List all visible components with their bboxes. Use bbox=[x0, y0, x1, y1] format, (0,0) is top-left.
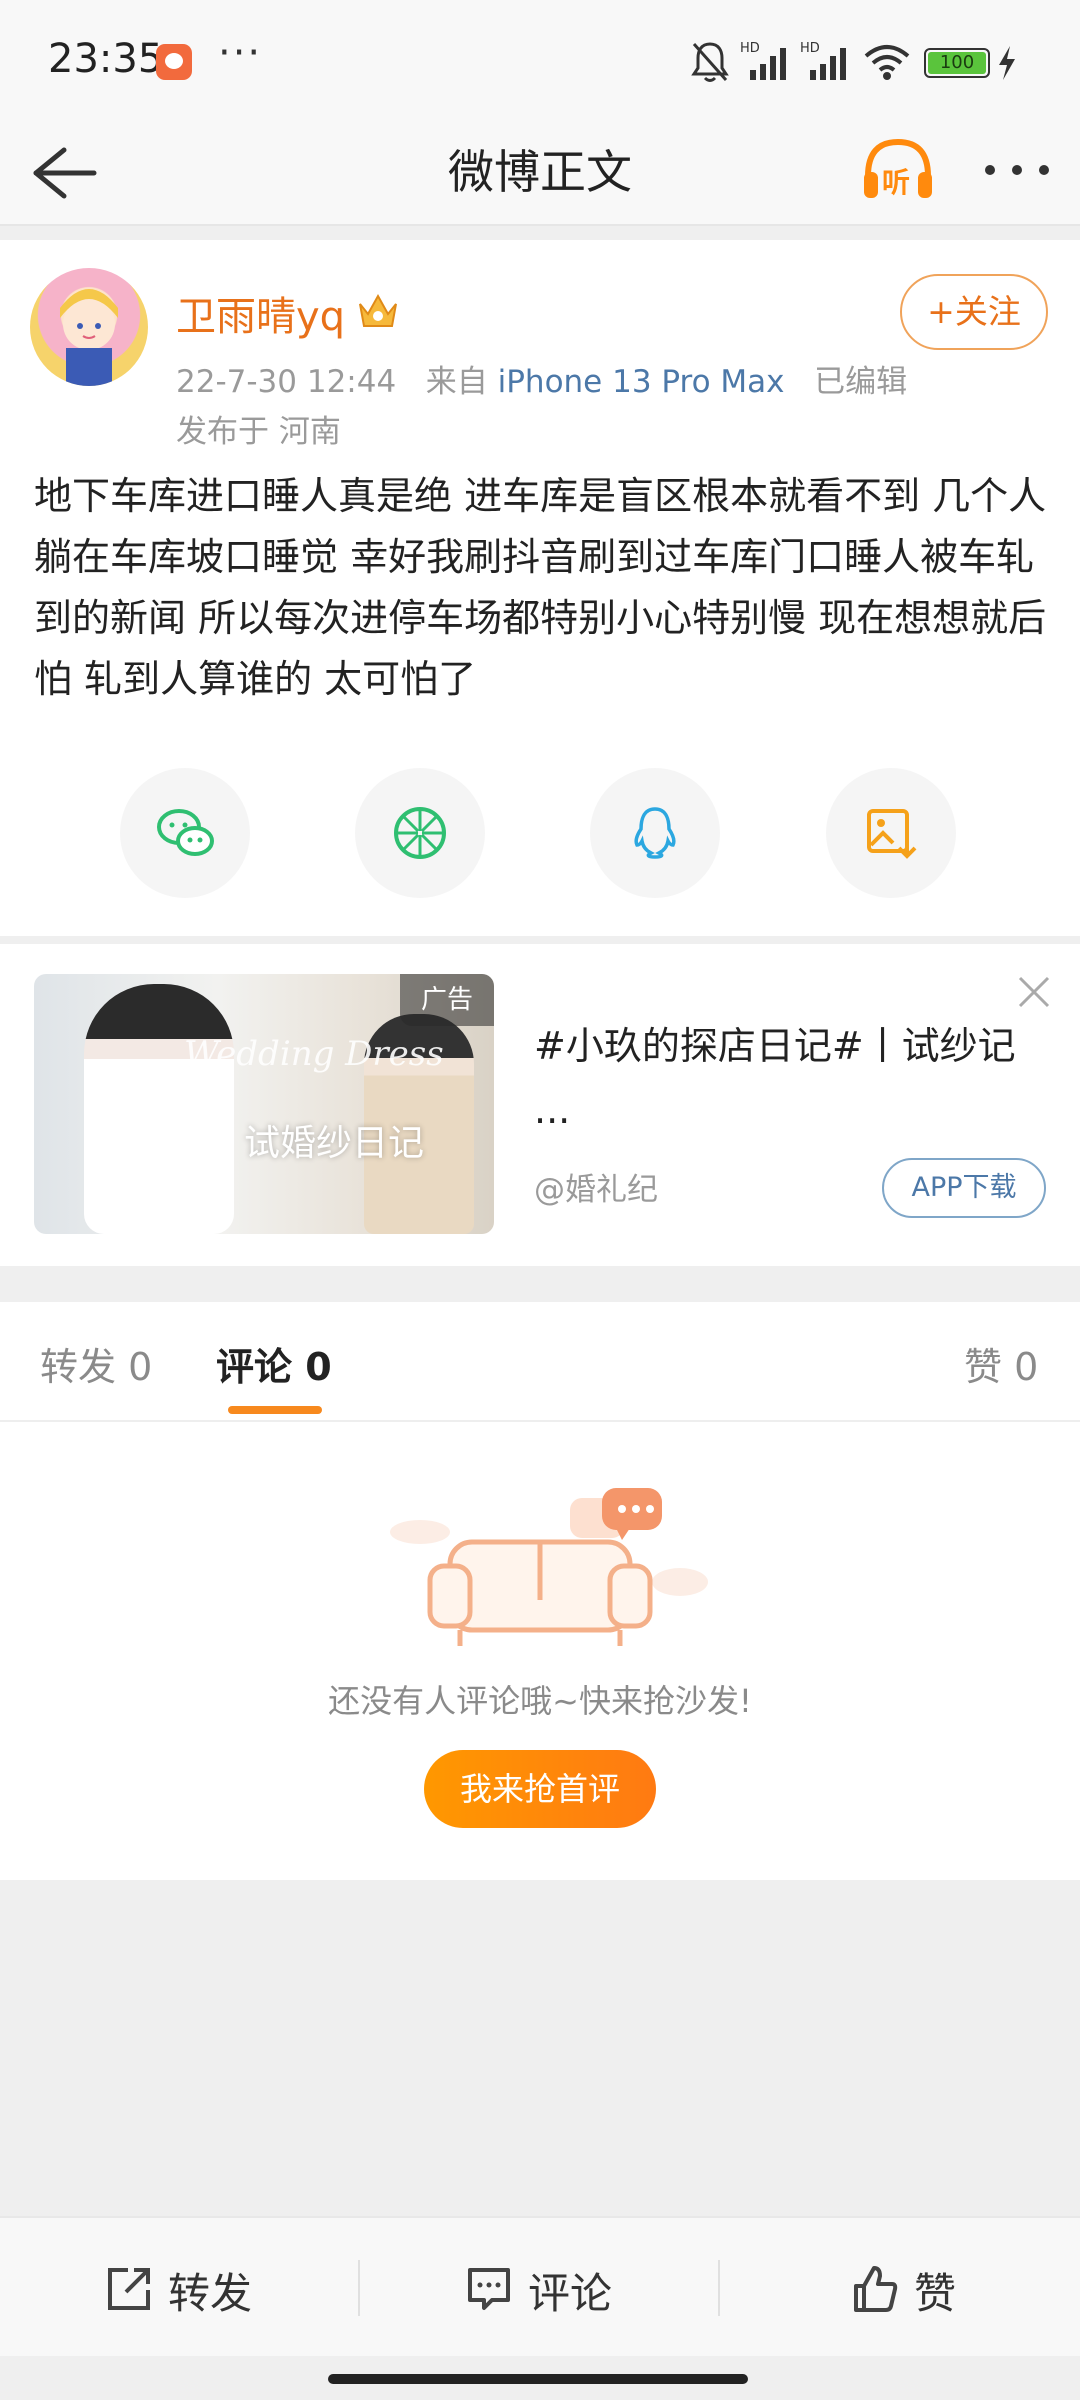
comment-label: 评论 bbox=[528, 2269, 613, 2318]
hd-signal-icon: HD bbox=[800, 41, 846, 80]
empty-sofa-illustration bbox=[390, 1488, 708, 1646]
silent-bell-icon bbox=[691, 42, 729, 82]
ad-source: @婚礼纪 bbox=[534, 1172, 658, 1208]
device-link[interactable]: iPhone 13 Pro Max bbox=[498, 364, 785, 400]
ad-card[interactable]: Wedding Dress 试婚纱日记 广告 #小玖的探店日记#丨试纱记 ...… bbox=[0, 944, 1080, 1266]
wechat-icon bbox=[157, 809, 214, 856]
comment-button[interactable]: 评论 bbox=[360, 2218, 720, 2358]
listen-headphones-icon[interactable]: 听 bbox=[860, 132, 936, 208]
status-time: 23:35 bbox=[48, 36, 164, 82]
title-bar: 微博正文 听 bbox=[0, 120, 1080, 226]
post-location: 发布于 河南 bbox=[176, 414, 341, 450]
battery-icon: 100 bbox=[924, 48, 990, 78]
bottom-action-bar: 转发 评论 赞 bbox=[0, 2216, 1080, 2356]
wifi-icon bbox=[864, 45, 910, 80]
more-notifications-icon: ··· bbox=[218, 30, 263, 76]
home-indicator[interactable] bbox=[328, 2374, 748, 2384]
qq-icon bbox=[634, 807, 676, 859]
ad-badge: 广告 bbox=[400, 974, 494, 1026]
follow-button[interactable]: +关注 bbox=[900, 274, 1048, 350]
repost-button[interactable]: 转发 bbox=[0, 2218, 360, 2358]
close-icon[interactable] bbox=[1016, 974, 1052, 1010]
post-card: 卫雨晴yq 22-7-30 12:44 来自 iPhone 13 Pro Max… bbox=[0, 240, 1080, 936]
moments-icon bbox=[394, 807, 446, 859]
status-bar: 23:35 ··· HD HD 100 bbox=[0, 0, 1080, 120]
post-date: 22-7-30 12:44 bbox=[176, 364, 397, 400]
share-row bbox=[0, 768, 1080, 898]
thumbs-up-icon bbox=[854, 2266, 898, 2312]
battery-level: 100 bbox=[928, 52, 986, 74]
repost-label: 转发 bbox=[168, 2269, 253, 2318]
comment-tabs: 转发 0 评论 0 赞 0 bbox=[0, 1302, 1080, 1422]
svg-text:HD: HD bbox=[800, 41, 820, 56]
share-moments-button[interactable] bbox=[355, 768, 485, 898]
tab-likes[interactable]: 赞 0 bbox=[964, 1336, 1038, 1391]
avatar-illustration bbox=[60, 289, 118, 386]
more-dots-icon[interactable] bbox=[980, 140, 1054, 200]
username[interactable]: 卫雨晴yq bbox=[176, 284, 345, 342]
save-image-icon bbox=[867, 809, 917, 859]
edited-label[interactable]: 已编辑 bbox=[814, 364, 907, 400]
comment-icon bbox=[468, 2268, 510, 2310]
share-qq-button[interactable] bbox=[590, 768, 720, 898]
first-comment-button[interactable]: 我来抢首评 bbox=[424, 1750, 656, 1828]
ad-bride-figure bbox=[84, 984, 234, 1234]
repost-icon bbox=[108, 2268, 150, 2310]
avatar[interactable] bbox=[30, 268, 148, 386]
charging-icon bbox=[999, 46, 1015, 80]
share-wechat-button[interactable] bbox=[120, 768, 250, 898]
ad-image[interactable]: Wedding Dress 试婚纱日记 广告 bbox=[34, 974, 494, 1234]
app-download-button[interactable]: APP下载 bbox=[882, 1158, 1046, 1218]
tab-comments[interactable]: 评论 0 bbox=[216, 1336, 332, 1391]
empty-comments-text: 还没有人评论哦~快来抢沙发! bbox=[328, 1682, 752, 1720]
vip-crown-icon bbox=[359, 293, 397, 327]
hd-signal-icon: HD bbox=[740, 41, 786, 80]
post-meta: 22-7-30 12:44 来自 iPhone 13 Pro Max 已编辑 bbox=[176, 356, 907, 401]
like-button[interactable]: 赞 bbox=[720, 2218, 1080, 2358]
app-notification-icon bbox=[156, 44, 192, 80]
tab-repost[interactable]: 转发 0 bbox=[40, 1336, 152, 1391]
active-tab-indicator bbox=[228, 1406, 322, 1414]
post-text: 地下车库进口睡人真是绝 进车库是盲区根本就看不到 几个人躺在车库坡口睡觉 幸好我… bbox=[34, 474, 1047, 701]
ad-title[interactable]: #小玖的探店日记#丨试纱记 ... bbox=[534, 1014, 1034, 1142]
ad-image-caption: 试婚纱日记 bbox=[244, 1123, 425, 1164]
like-label: 赞 bbox=[914, 2269, 957, 2318]
save-image-button[interactable] bbox=[826, 768, 956, 898]
ad-image-script: Wedding Dress bbox=[184, 1034, 444, 1074]
source-prefix: 来自 bbox=[425, 364, 488, 400]
listen-label: 听 bbox=[882, 166, 910, 199]
comments-section: 转发 0 评论 0 赞 0 还没有人评论哦~快来抢沙发! 我来抢首评 bbox=[0, 1302, 1080, 1880]
svg-text:HD: HD bbox=[740, 41, 760, 56]
